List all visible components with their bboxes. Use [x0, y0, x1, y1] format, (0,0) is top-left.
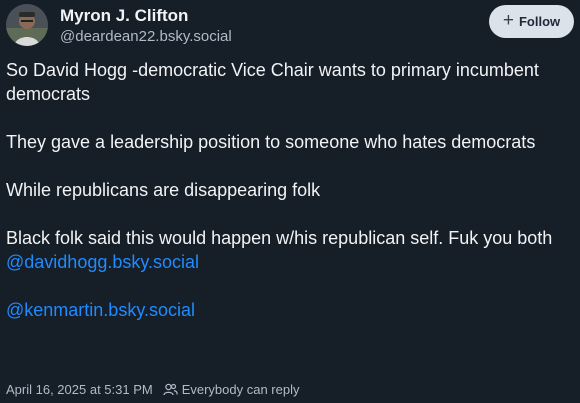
post-body: So David Hogg -democratic Vice Chair wan… [6, 58, 572, 322]
post-paragraph: While republicans are disappearing folk [6, 180, 321, 200]
post-paragraph: Black folk said this would happen w/his … [6, 228, 553, 248]
follow-button-label: Follow [518, 14, 561, 29]
reply-setting-label: Everybody can reply [181, 382, 300, 397]
post-paragraph: They gave a leadership position to someo… [6, 132, 536, 152]
post-timestamp[interactable]: April 16, 2025 at 5:31 PM [6, 382, 153, 397]
plus-icon: + [502, 10, 514, 31]
author-avatar[interactable] [6, 4, 48, 46]
follow-button[interactable]: + Follow [489, 5, 574, 38]
avatar-photo-icon [6, 4, 48, 46]
mention-link-davidhogg[interactable]: @davidhogg.bsky.social [6, 252, 199, 272]
author-handle[interactable]: @deardean22.bsky.social [60, 28, 232, 45]
author-display-name[interactable]: Myron J. Clifton [60, 6, 188, 26]
post-paragraph: So David Hogg -democratic Vice Chair wan… [6, 60, 539, 104]
people-icon [163, 383, 178, 396]
post-meta: April 16, 2025 at 5:31 PM Everybody can … [6, 382, 299, 397]
reply-setting[interactable]: Everybody can reply [163, 382, 300, 397]
post-card: Myron J. Clifton @deardean22.bsky.social… [0, 0, 580, 403]
mention-link-kenmartin[interactable]: @kenmartin.bsky.social [6, 300, 195, 320]
